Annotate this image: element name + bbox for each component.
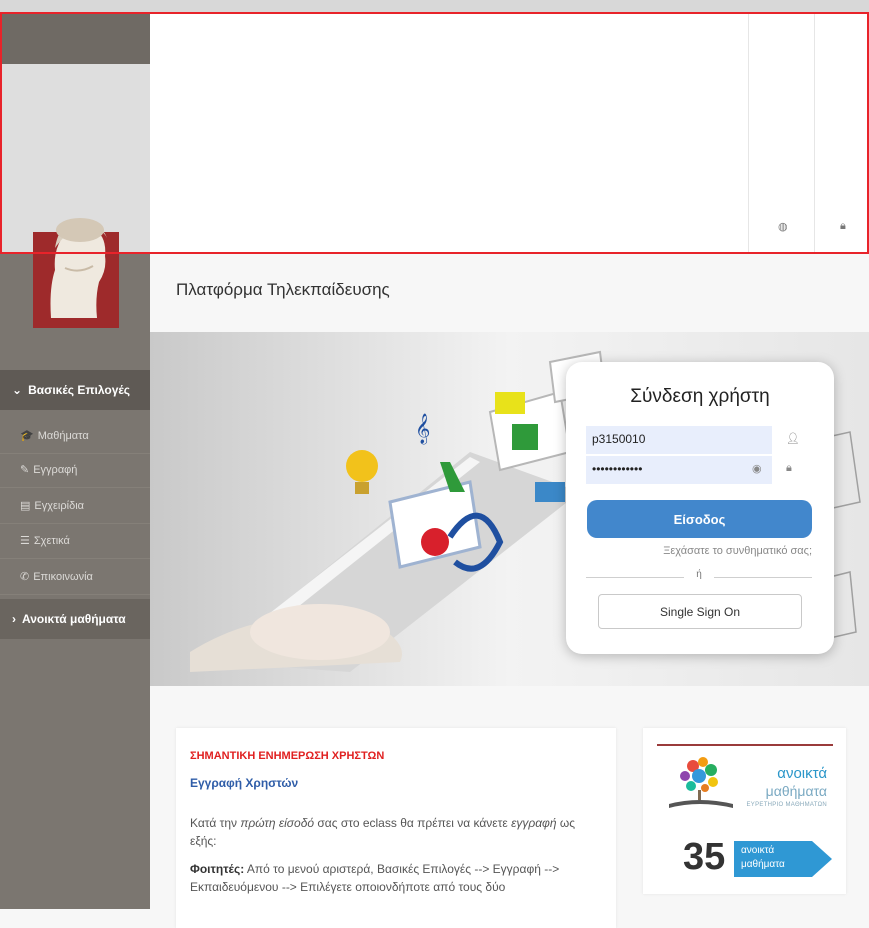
lock-icon: 🔒︎ <box>786 462 792 474</box>
sidebar-item-register[interactable]: ✎ Εγγραφή <box>0 452 150 488</box>
sidebar-item-label: Εγγραφή <box>33 463 78 476</box>
graduation-cap-icon: 🎓 <box>20 430 34 442</box>
sidebar-item-label: Μαθήματα <box>37 429 89 442</box>
chevron-down-icon: ⌄ <box>12 383 23 397</box>
sidebar-item-contact[interactable]: ✆ Επικοινωνία <box>0 559 150 595</box>
header-separator <box>814 12 815 252</box>
open-courses-subtitle: ΕΥΡΕΤΗΡΙΟ ΜΑΘΗΜΑΤΩΝ <box>746 802 827 808</box>
sidebar-top <box>0 12 150 64</box>
header-separator <box>748 12 749 252</box>
open-courses-name: μαθήματα <box>765 783 827 799</box>
svg-text:𝄞: 𝄞 <box>415 413 430 445</box>
login-card: Σύνδεση χρήστη p3150010 👤︎ •••••••••••• … <box>566 362 834 654</box>
sidebar-item-label: Επικοινωνία <box>33 570 93 583</box>
phone-icon: ✆ <box>20 571 30 583</box>
eye-icon[interactable]: ◉ <box>752 462 762 475</box>
open-courses-name: ανοικτά <box>777 765 827 782</box>
edit-icon: ✎ <box>20 464 30 476</box>
sidebar-item-about[interactable]: ☰ Σχετικά <box>0 523 150 559</box>
announcement-title: ΣΗΜΑΝΤΙΚΗ ΕΝΗΜΕΡΩΣΗ ΧΡΗΣΤΩΝ <box>190 750 385 762</box>
window-top-strip <box>0 0 869 12</box>
single-sign-on-button[interactable]: Single Sign On <box>598 594 802 629</box>
sidebar-item-courses[interactable]: 🎓 Μαθήματα <box>0 418 150 454</box>
sidebar-main-menu-header[interactable]: ⌄ Βασικές Επιλογές <box>0 370 150 410</box>
sidebar-item-manuals[interactable]: ▤ Εγχειρίδια <box>0 488 150 524</box>
lock-icon[interactable]: 🔒︎ <box>840 220 846 233</box>
university-logo[interactable] <box>33 208 119 328</box>
top-header: ◍ 🔒︎ <box>150 12 869 252</box>
announcement-paragraph: Φοιτητές: Από το μενού αριστερά, Βασικές… <box>190 862 560 894</box>
page-title: Πλατφόρμα Τηλεκπαίδευσης <box>176 280 390 299</box>
sidebar-item-label: Εγχειρίδια <box>34 499 84 512</box>
chevron-right-icon: › <box>12 612 16 626</box>
main-menu-label: Βασικές Επιλογές <box>28 383 131 397</box>
open-courses-card[interactable]: ανοικτά μαθήματα ΕΥΡΕΤΗΡΙΟ ΜΑΘΗΜΑΤΩΝ 35 … <box>643 728 846 894</box>
login-title: Σύνδεση χρήστη <box>630 386 770 407</box>
announcement-subtitle[interactable]: Εγγραφή Χρηστών <box>190 776 298 790</box>
globe-icon[interactable]: ◍ <box>778 220 788 233</box>
announcement-card: ΣΗΜΑΝΤΙΚΗ ΕΝΗΜΕΡΩΣΗ ΧΡΗΣΤΩΝ Εγγραφή Χρησ… <box>176 728 616 928</box>
card-top-border <box>657 744 833 746</box>
login-button[interactable]: Είσοδος <box>587 500 812 538</box>
open-courses-count: 35 <box>683 836 726 878</box>
sidebar-item-label: Σχετικά <box>33 534 70 547</box>
list-icon: ☰ <box>20 535 30 547</box>
divider-line <box>586 577 684 578</box>
open-courses-count-label: ανοικτά μαθήματα <box>741 845 785 870</box>
username-input[interactable]: p3150010 <box>586 426 772 454</box>
forgot-password-link[interactable]: Ξεχάσατε το συνθηματικό σας; <box>566 545 812 557</box>
or-separator: ή <box>696 569 702 580</box>
announcement-paragraph: Κατά την πρώτη είσοδό σας στο eclass θα … <box>190 816 576 848</box>
open-courses-menu-label: Ανοικτά μαθήματα <box>22 612 126 626</box>
user-icon: 👤︎ <box>786 433 800 445</box>
password-input[interactable]: •••••••••••• <box>586 456 772 484</box>
divider-line <box>714 577 812 578</box>
document-icon: ▤ <box>20 500 31 512</box>
sidebar-open-courses-header[interactable]: › Ανοικτά μαθήματα <box>0 599 150 639</box>
